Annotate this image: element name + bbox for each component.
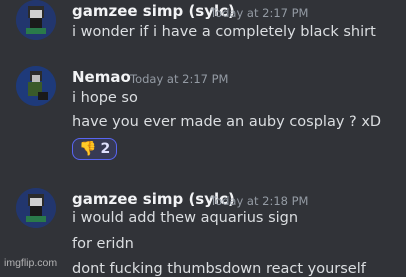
thumbsdown-icon: 👎	[79, 141, 97, 157]
message-text: dont fucking thumbsdown react yourself	[72, 261, 366, 277]
message-text: i hope so	[72, 90, 138, 106]
author-name[interactable]: Nemao	[72, 68, 131, 86]
message-text: have you ever made an auby cosplay ? xD	[72, 114, 382, 130]
avatar[interactable]	[16, 188, 56, 228]
timestamp: Today at 2:17 PM	[130, 72, 229, 86]
watermark-text: imgflip.com	[4, 257, 58, 269]
timestamp: Today at 2:18 PM	[210, 194, 309, 208]
reaction-thumbsdown[interactable]: 👎 2	[72, 138, 118, 160]
message-text: for eridn	[72, 236, 134, 252]
message-text: i would add thew aquarius sign	[72, 210, 299, 226]
timestamp: Today at 2:17 PM	[210, 6, 309, 20]
avatar[interactable]	[16, 66, 56, 106]
reaction-count: 2	[100, 141, 111, 157]
message-text: i wonder if i have a completely black sh…	[72, 24, 376, 40]
avatar[interactable]	[16, 0, 56, 40]
